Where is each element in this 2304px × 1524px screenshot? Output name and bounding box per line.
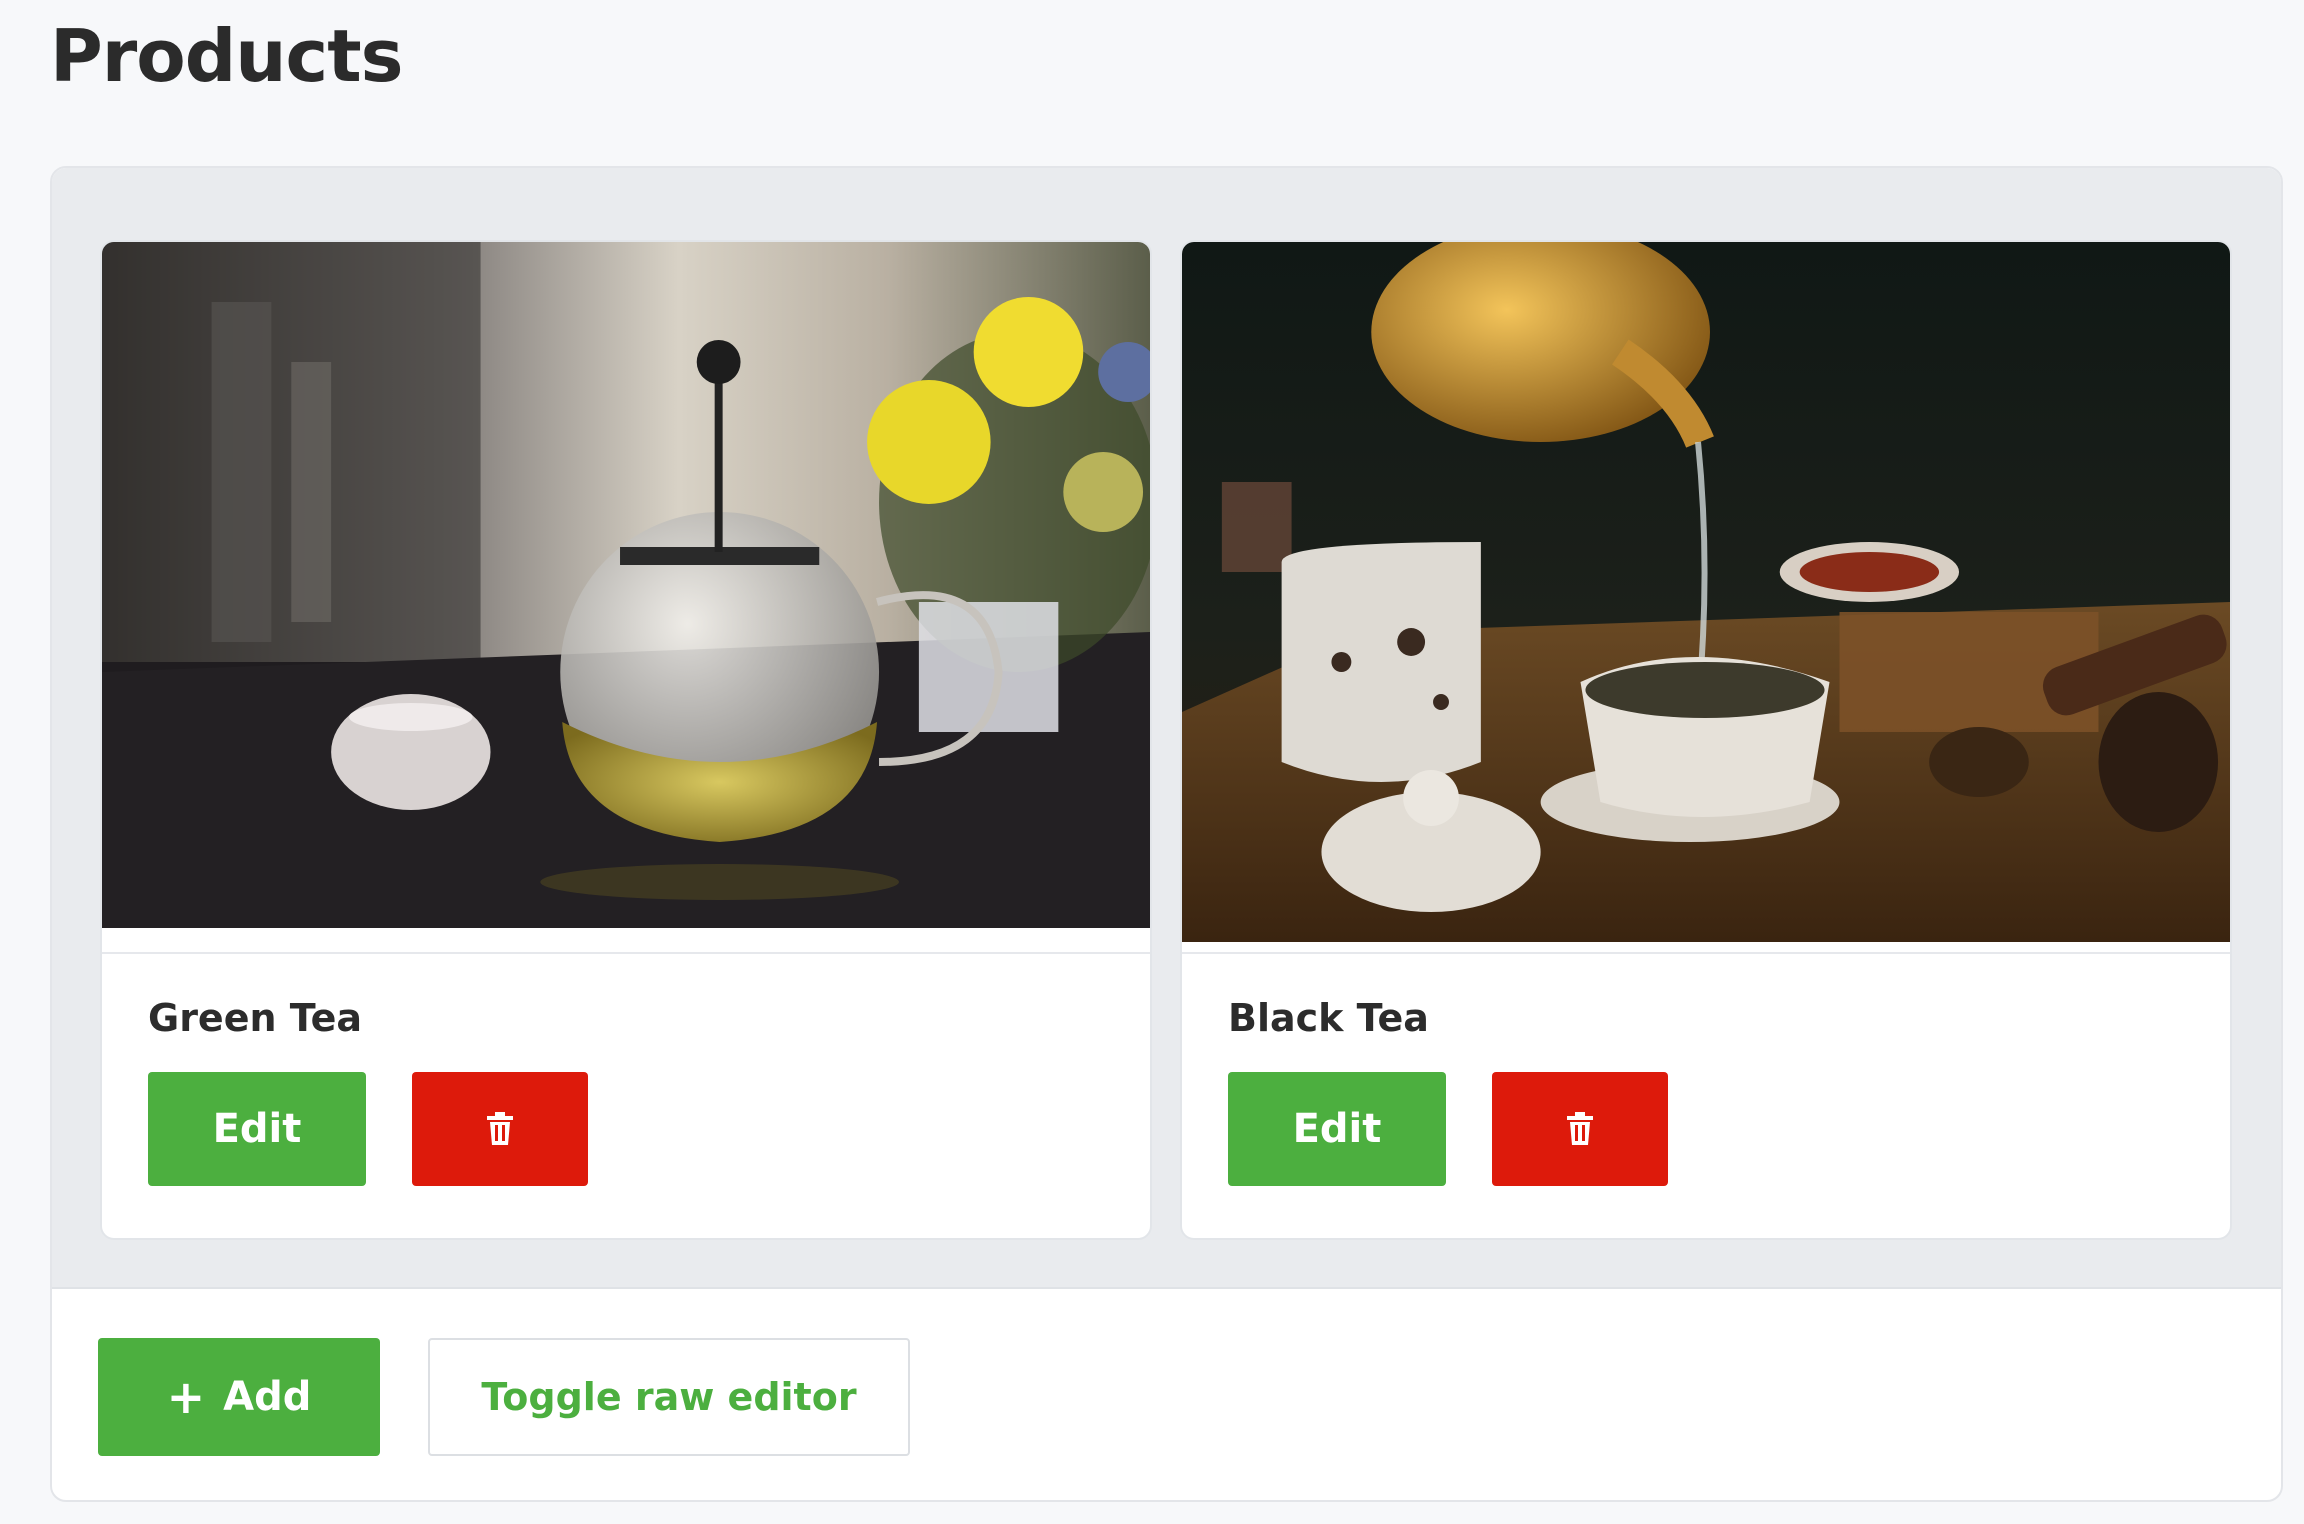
add-button[interactable]: + Add <box>98 1338 380 1456</box>
add-label: Add <box>223 1374 312 1420</box>
page-title: Products <box>50 14 403 98</box>
edit-button[interactable]: Edit <box>1228 1072 1446 1186</box>
product-name: Black Tea <box>1228 996 1429 1040</box>
product-card: Green Tea Edit <box>100 240 1152 1240</box>
delete-button[interactable] <box>412 1072 588 1186</box>
trash-icon <box>487 1112 513 1145</box>
trash-icon <box>1567 1112 1593 1145</box>
products-page: Products Green Tea Edit Black Tea Edit +… <box>0 0 2304 1524</box>
product-list: Green Tea Edit Black Tea Edit <box>52 168 2281 1289</box>
toggle-raw-editor-button[interactable]: Toggle raw editor <box>428 1338 910 1456</box>
product-name: Green Tea <box>148 996 363 1040</box>
product-card: Black Tea Edit <box>1180 240 2232 1240</box>
product-image-black-tea <box>1182 242 2230 942</box>
products-panel: Green Tea Edit Black Tea Edit + Add Togg… <box>50 166 2283 1502</box>
card-divider <box>1182 952 2230 954</box>
edit-button[interactable]: Edit <box>148 1072 366 1186</box>
delete-button[interactable] <box>1492 1072 1668 1186</box>
product-image-green-tea <box>102 242 1150 928</box>
plus-icon: + <box>166 1370 206 1424</box>
card-divider <box>102 952 1150 954</box>
